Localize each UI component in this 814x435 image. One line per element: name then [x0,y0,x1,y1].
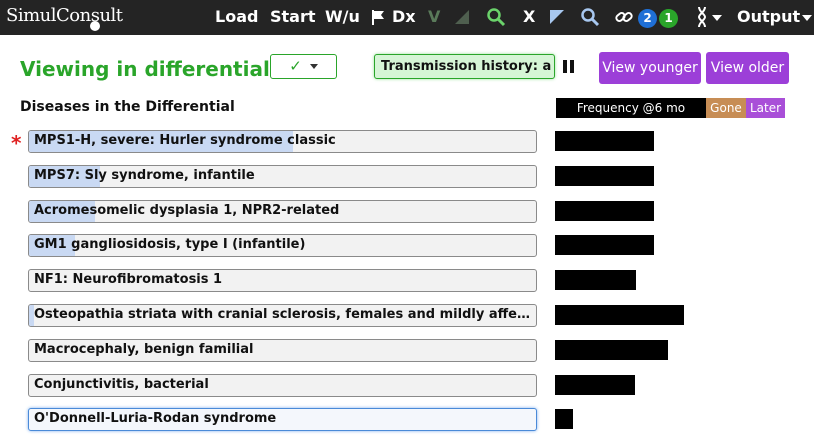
frequency-bar [555,375,635,395]
page-title: Viewing in differential [20,57,270,81]
disease-name: GM1 gangliosidosis, type I (infantile) [34,237,306,252]
disease-row[interactable]: Osteopathia striata with cranial scleros… [28,304,537,327]
later-legend: Later [746,98,785,118]
starred-asterisk-icon: * [11,131,22,155]
app-logo[interactable]: SimulConsult [6,5,123,26]
disease-name: Acromesomelic dysplasia 1, NPR2-related [34,203,340,218]
disease-name: O'Donnell-Luria-Rodan syndrome [34,411,277,426]
count-badge-blue[interactable]: 2 [638,9,657,28]
v-button[interactable]: V [428,7,440,26]
output-dropdown-caret-icon[interactable] [802,15,812,21]
disease-row[interactable]: GM1 gangliosidosis, type I (infantile) [28,234,537,257]
disease-name: Conjunctivitis, bacterial [34,377,209,392]
check-dropdown[interactable]: ✓ [270,54,337,79]
dx-button[interactable]: Dx [392,7,416,26]
disease-name: MPS7: Sly syndrome, infantile [34,168,255,183]
search-blue-icon[interactable] [580,7,600,27]
disease-row[interactable]: Conjunctivitis, bacterial [28,374,537,397]
search-green-icon[interactable] [486,7,506,27]
differential-heading: Diseases in the Differential [20,99,235,115]
frequency-bar [555,305,684,325]
output-menu[interactable]: Output [737,7,800,26]
start-button[interactable]: Start [270,7,316,26]
disease-row[interactable]: Macrocephaly, benign familial [28,339,537,362]
flag-icon[interactable] [369,8,387,26]
disease-row[interactable]: MPS1-H, severe: Hurler syndrome classic [28,130,537,153]
disease-row[interactable]: O'Donnell-Luria-Rodan syndrome [28,408,537,431]
logo-dot-icon [90,21,100,31]
view-younger-button[interactable]: View younger [599,52,701,84]
frequency-header: Frequency @6 mo [556,98,706,118]
link-icon[interactable] [614,7,634,27]
disease-row[interactable]: NF1: Neurofibromatosis 1 [28,269,537,292]
frequency-bar [555,131,654,151]
frequency-bar [555,235,654,255]
gone-legend: Gone [706,98,746,118]
disease-row[interactable]: Acromesomelic dysplasia 1, NPR2-related [28,200,537,223]
triangle-blue-icon[interactable] [548,8,566,26]
count-badge-green[interactable]: 1 [659,9,678,28]
top-nav-bar: SimulConsult Load Start W/u Dx V X 2 1 O… [0,0,814,35]
frequency-bar [555,409,573,429]
frequency-bar [555,340,668,360]
load-button[interactable]: Load [215,7,258,26]
x-button[interactable]: X [523,7,535,26]
dna-dropdown-caret-icon[interactable] [712,15,722,21]
disease-row[interactable]: MPS7: Sly syndrome, infantile [28,165,537,188]
disease-name: MPS1-H, severe: Hurler syndrome classic [34,133,336,148]
transmission-history-button[interactable]: Transmission history: a ... [374,54,555,79]
workup-button[interactable]: W/u [325,7,360,26]
disease-name: NF1: Neurofibromatosis 1 [34,272,223,287]
dna-icon[interactable] [696,6,708,28]
chevron-down-icon [309,64,318,69]
frequency-bar [555,270,636,290]
view-older-button[interactable]: View older [706,52,789,84]
disease-name: Macrocephaly, benign familial [34,342,254,357]
pause-icon[interactable] [563,60,575,73]
triangle-gray-icon[interactable] [453,8,471,26]
check-mark-icon: ✓ [289,57,302,75]
frequency-bar [555,201,654,221]
disease-name: Osteopathia striata with cranial scleros… [34,307,532,322]
frequency-bar [555,166,654,186]
